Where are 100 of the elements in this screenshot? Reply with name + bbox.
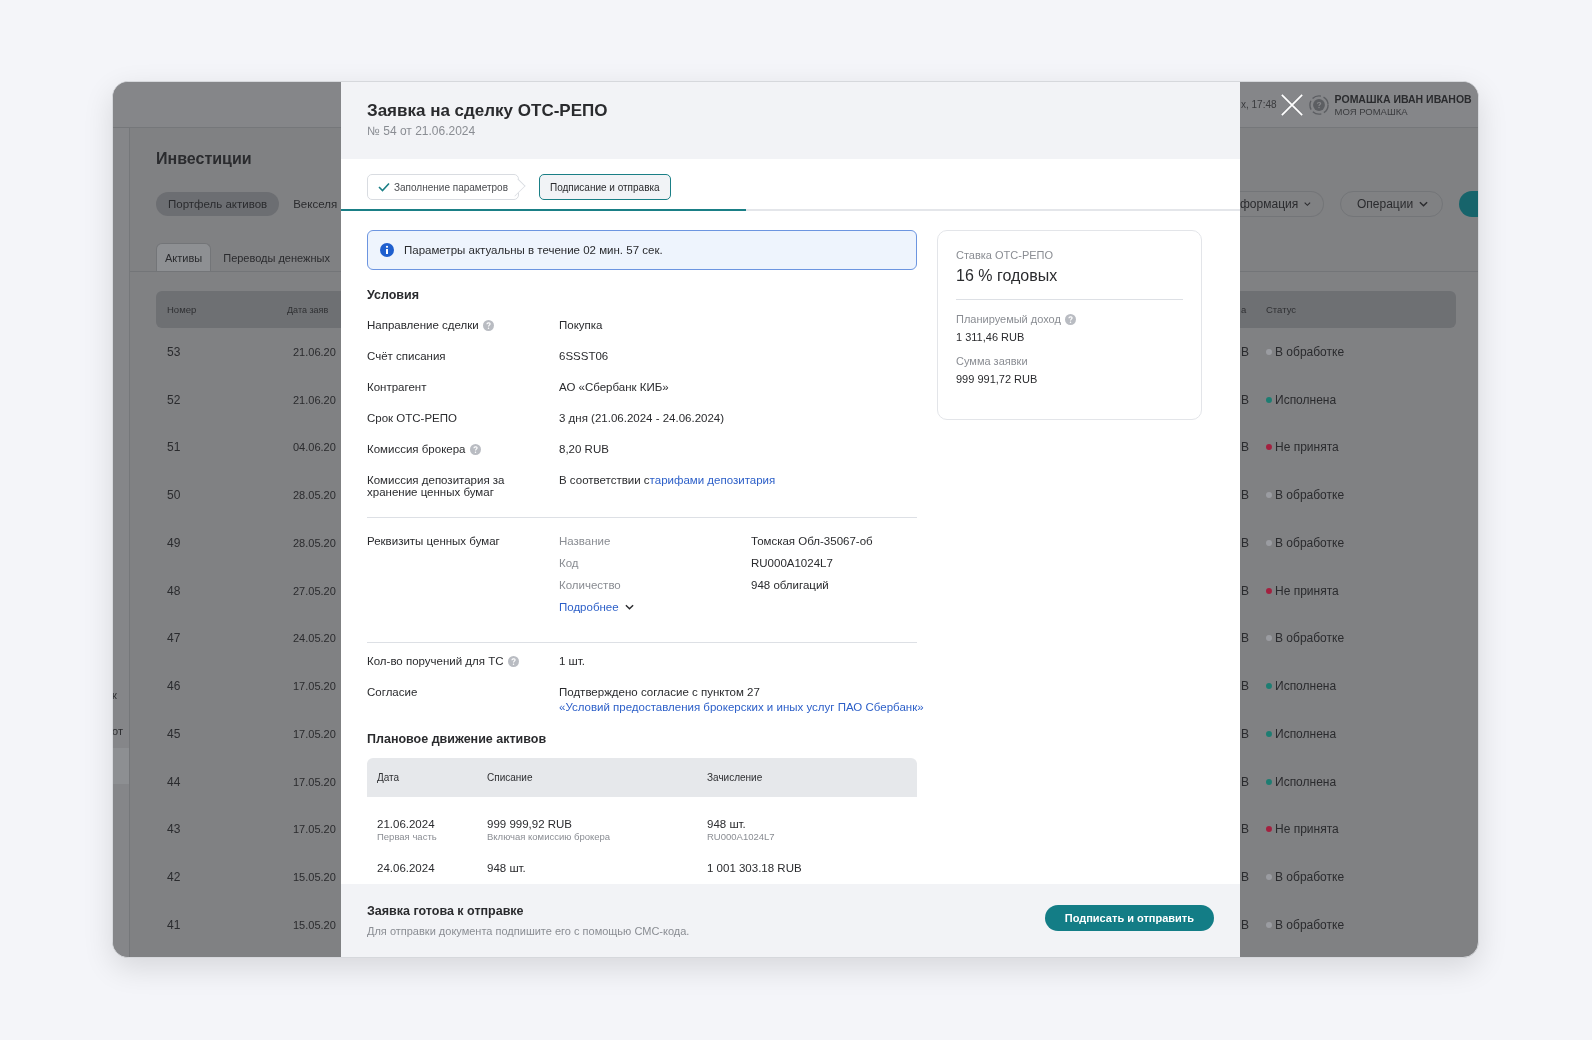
- time-text: х, 17:48: [1241, 99, 1277, 110]
- table-cell-text: В: [1240, 870, 1250, 885]
- footer-title: Заявка готова к отправке: [367, 904, 525, 918]
- sidebar-item[interactable]: к: [113, 688, 129, 702]
- column-header: Списание: [487, 772, 534, 783]
- table-cell: 15.05.20: [293, 871, 336, 884]
- rate-label: Ставка ОТС-РЕПО: [956, 249, 1055, 261]
- field-value: Покупка: [559, 318, 603, 331]
- table-cell-text: В: [1240, 583, 1250, 598]
- table-cell-text: В: [1240, 392, 1250, 407]
- check-icon: [378, 182, 390, 192]
- tab[interactable]: Портфель активов: [156, 192, 280, 216]
- help-icon[interactable]: [482, 319, 494, 331]
- field-label: Название: [559, 535, 612, 547]
- terms-link[interactable]: «Условий предоставления брокерских и иных услуг ПАО Сбербанк»: [559, 701, 924, 713]
- table-cell: 1 001 303.18 RUB: [707, 862, 802, 874]
- status-text: Не принята: [1275, 583, 1339, 598]
- table-cell-text: 24.06.2024: [377, 862, 436, 874]
- tab[interactable]: Активы: [156, 243, 212, 271]
- table-cell: 27.05.20: [293, 584, 336, 597]
- table-cell: 28.05.20: [293, 536, 336, 549]
- summary-label: Планируемый доход: [956, 313, 1061, 325]
- table-cell-text: 53: [166, 344, 182, 359]
- table-cell-text: В: [1240, 631, 1250, 646]
- table-cell-text: 21.06.2024: [377, 818, 436, 830]
- table-cell-text: 44: [166, 774, 182, 789]
- field-value: 1 шт.: [559, 654, 585, 667]
- notice-text: Параметры актуальны в течение 02 мин. 57 сек.: [404, 244, 663, 256]
- status-text: Не принята: [1275, 822, 1339, 837]
- table-cell-text: 42: [166, 870, 182, 885]
- field-value: RU000A1024L7: [751, 557, 833, 569]
- user-name: РОМАШКА ИВАН ИВАНОВ: [1334, 92, 1472, 106]
- help-icon[interactable]: [507, 655, 519, 667]
- table-cell-text: В: [1240, 822, 1250, 837]
- chevron-down-icon: [624, 604, 634, 610]
- table-cell: 21.06.20: [293, 345, 336, 358]
- table-cell: 15.05.20: [293, 918, 336, 931]
- rate-value: 16 % годовых: [956, 267, 1059, 285]
- field-label: Согласие: [367, 686, 418, 698]
- panel-title: Заявка на сделку ОТС-РЕПО: [367, 100, 609, 122]
- table-cell-text: В: [1240, 344, 1250, 359]
- field-label: Комиссия брокера: [367, 443, 466, 455]
- field-label: Код: [559, 557, 580, 569]
- field-value: В соответствии старифами депозитария: [559, 473, 776, 486]
- table-cell-text: 948 шт.: [487, 862, 527, 874]
- info-icon: [380, 243, 394, 257]
- field-label: Комиссия депозитария за хранение ценных бумаг: [367, 474, 506, 498]
- field-value: АО «Сбербанк КИБ»: [559, 380, 669, 393]
- help-icon[interactable]: [1308, 94, 1329, 115]
- table-cell-text: 45: [166, 726, 182, 741]
- table-cell-text: В: [1240, 440, 1250, 455]
- field-label: Срок ОТС-РЕПО: [367, 412, 457, 424]
- chevron-down-icon: [1304, 201, 1311, 207]
- table-cell-text: В: [1240, 774, 1250, 789]
- close-icon[interactable]: [1280, 93, 1303, 116]
- table-cell: 24.05.20: [293, 632, 336, 645]
- cell-note: Первая часть: [377, 831, 438, 842]
- table-cell-text: 49: [166, 535, 182, 550]
- column-header: Дата заяв: [287, 304, 329, 315]
- column-header: Статус: [1266, 304, 1297, 315]
- tab[interactable]: Векселя: [281, 192, 341, 216]
- field-label: Контрагент: [367, 381, 427, 393]
- table-cell-text: В: [1240, 917, 1250, 932]
- status-text: Не принята: [1275, 440, 1339, 455]
- help-icon[interactable]: [469, 443, 481, 455]
- table-cell: 17.05.20: [293, 680, 336, 693]
- summary-label: Сумма заявки: [956, 355, 1028, 367]
- help-icon[interactable]: [1064, 313, 1076, 325]
- table-cell: 04.06.20: [293, 441, 336, 454]
- table-cell: 28.05.20: [293, 489, 336, 502]
- panel-subtitle: № 54 от 21.06.2024: [367, 124, 477, 138]
- status-text: В обработке: [1275, 488, 1345, 503]
- sign-button[interactable]: Подписать и отправить: [1044, 904, 1214, 931]
- step-tab[interactable]: Подписание и отправка: [538, 174, 671, 200]
- field-label: Счёт списания: [367, 350, 446, 362]
- more-link[interactable]: Подробнее: [559, 596, 634, 618]
- table-cell-text: 47: [166, 631, 182, 646]
- table-cell: 17.05.20: [293, 775, 336, 788]
- table-cell-text: 48: [166, 583, 182, 598]
- chevron-down-icon: [1419, 201, 1429, 207]
- field-value: Подтверждено согласие с пунктом 27: [559, 686, 761, 698]
- status-text: Исполнена: [1275, 726, 1337, 741]
- section-heading: Условия: [367, 287, 420, 304]
- table-cell-text: В: [1240, 488, 1250, 503]
- tariff-link[interactable]: тарифами депозитария: [649, 474, 776, 486]
- cell-note: Включая комиссию брокера: [487, 831, 612, 842]
- table-cell-text: В: [1240, 726, 1250, 741]
- section-heading: Плановое движение активов: [367, 731, 548, 748]
- table-cell-text: 41: [166, 917, 182, 932]
- sidebar-item[interactable]: от: [113, 724, 129, 738]
- table-cell-text: В: [1240, 679, 1250, 694]
- table-cell: 21.06.20: [293, 393, 336, 406]
- status-text: Исполнена: [1275, 392, 1337, 407]
- field-value: Томская Обл-35067-об: [751, 535, 873, 547]
- status-text: В обработке: [1275, 344, 1345, 359]
- table-cell-text: 999 999,92 RUB: [487, 818, 574, 830]
- field-value: 6SSST06: [559, 349, 609, 362]
- cell-note: RU000A1024L7: [707, 831, 775, 842]
- status-text: Исполнена: [1275, 679, 1337, 694]
- tab[interactable]: Переводы денежных: [214, 243, 339, 271]
